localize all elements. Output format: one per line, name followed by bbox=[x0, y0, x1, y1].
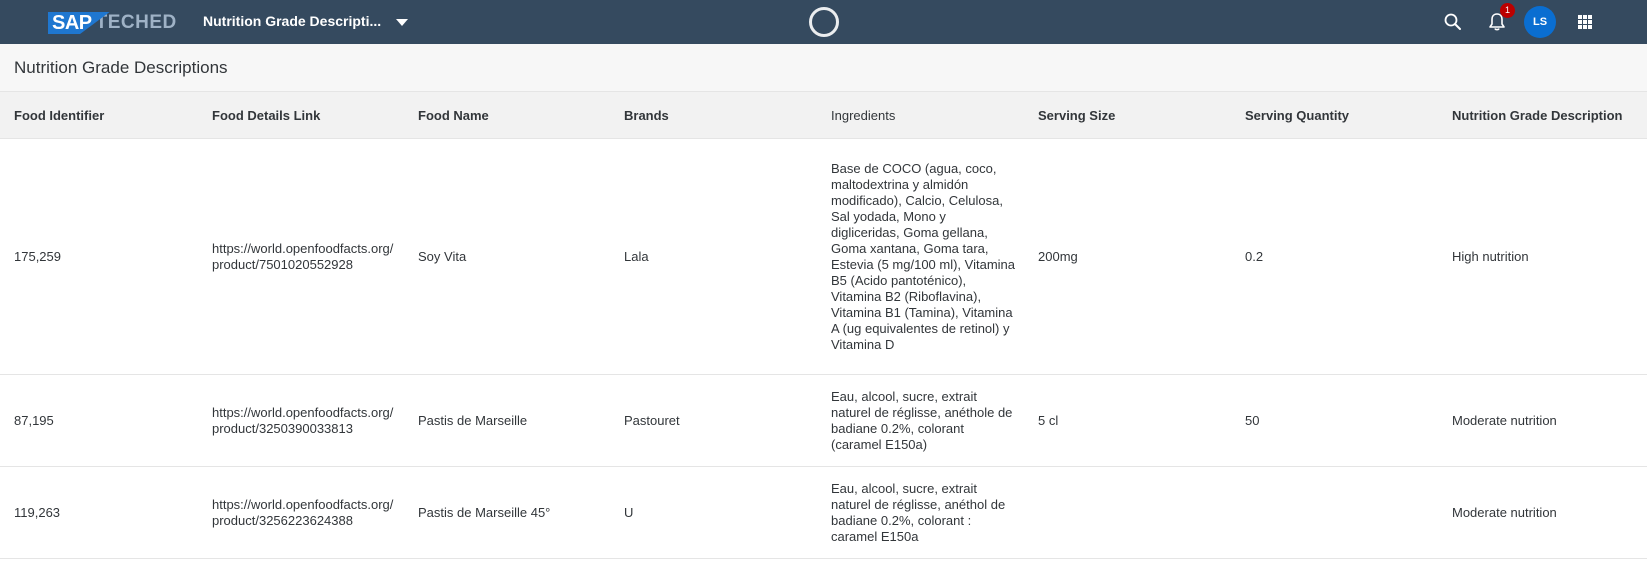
sap-teched-logo[interactable]: SAP TECHED bbox=[48, 12, 177, 34]
cell-food-details-link: https://world.openfoodfacts.org/product/… bbox=[198, 466, 404, 559]
table-header-row: Food Identifier Food Details Link Food N… bbox=[0, 92, 1647, 139]
cell-food-name: Soy Vita bbox=[404, 138, 610, 375]
cell-food-details-link: https://world.openfoodfacts.org/product/… bbox=[198, 374, 404, 467]
cell-ingredients: Eau, alcool, sucre, extrait naturel de r… bbox=[817, 466, 1024, 559]
notification-badge: 1 bbox=[1500, 3, 1515, 18]
cell-brands: Pastouret bbox=[610, 374, 817, 467]
cell-ingredients: Base de COCO (agua, coco, maltodextrina … bbox=[817, 138, 1024, 375]
column-header-food-identifier[interactable]: Food Identifier bbox=[0, 92, 198, 139]
cell-serving-quantity: 0.2 bbox=[1231, 138, 1438, 375]
search-icon[interactable] bbox=[1443, 12, 1463, 32]
table-row[interactable]: 87,195 https://world.openfoodfacts.org/p… bbox=[0, 374, 1647, 467]
column-header-nutrition-grade-description[interactable]: Nutrition Grade Description bbox=[1438, 92, 1647, 139]
cell-food-identifier: 87,195 bbox=[0, 374, 198, 467]
cell-nutrition-grade: Moderate nutrition bbox=[1438, 374, 1647, 467]
app-grid-icon[interactable] bbox=[1575, 12, 1595, 32]
cell-brands: Lala bbox=[610, 138, 817, 375]
cell-food-identifier: 175,259 bbox=[0, 138, 198, 375]
chevron-down-icon bbox=[396, 18, 409, 26]
column-header-food-name[interactable]: Food Name bbox=[404, 92, 610, 139]
cell-brands: U bbox=[610, 466, 817, 559]
cell-serving-quantity: 50 bbox=[1231, 374, 1438, 467]
cell-serving-size: 200mg bbox=[1024, 138, 1231, 375]
shell-bar: SAP TECHED Nutrition Grade Descripti... … bbox=[0, 0, 1647, 44]
cell-food-details-link: https://world.openfoodfacts.org/product/… bbox=[198, 138, 404, 375]
cell-serving-size: 5 cl bbox=[1024, 374, 1231, 467]
page-title: Nutrition Grade Descriptions bbox=[14, 58, 228, 77]
app-title-menu[interactable]: Nutrition Grade Descripti... bbox=[203, 13, 409, 29]
column-header-brands[interactable]: Brands bbox=[610, 92, 817, 139]
table-row[interactable]: 119,263 https://world.openfoodfacts.org/… bbox=[0, 466, 1647, 559]
cell-food-name: Pastis de Marseille bbox=[404, 374, 610, 467]
cell-food-identifier: 119,263 bbox=[0, 466, 198, 559]
cell-ingredients: Eau, alcool, sucre, extrait naturel de r… bbox=[817, 374, 1024, 467]
busy-indicator-icon bbox=[809, 7, 839, 37]
cell-nutrition-grade: High nutrition bbox=[1438, 138, 1647, 375]
cell-serving-size bbox=[1024, 466, 1231, 559]
column-header-ingredients[interactable]: Ingredients bbox=[817, 92, 1024, 139]
avatar[interactable]: LS bbox=[1524, 6, 1556, 38]
data-table: Food Identifier Food Details Link Food N… bbox=[0, 92, 1647, 559]
column-header-food-details-link[interactable]: Food Details Link bbox=[198, 92, 404, 139]
cell-nutrition-grade: Moderate nutrition bbox=[1438, 466, 1647, 559]
table-row[interactable]: 175,259 https://world.openfoodfacts.org/… bbox=[0, 138, 1647, 375]
page-header: Nutrition Grade Descriptions bbox=[0, 44, 1647, 92]
column-header-serving-size[interactable]: Serving Size bbox=[1024, 92, 1231, 139]
teched-logo-text: TECHED bbox=[95, 12, 177, 33]
cell-food-name: Pastis de Marseille 45° bbox=[404, 466, 610, 559]
cell-serving-quantity bbox=[1231, 466, 1438, 559]
app-title: Nutrition Grade Descripti... bbox=[203, 13, 382, 29]
column-header-serving-quantity[interactable]: Serving Quantity bbox=[1231, 92, 1438, 139]
